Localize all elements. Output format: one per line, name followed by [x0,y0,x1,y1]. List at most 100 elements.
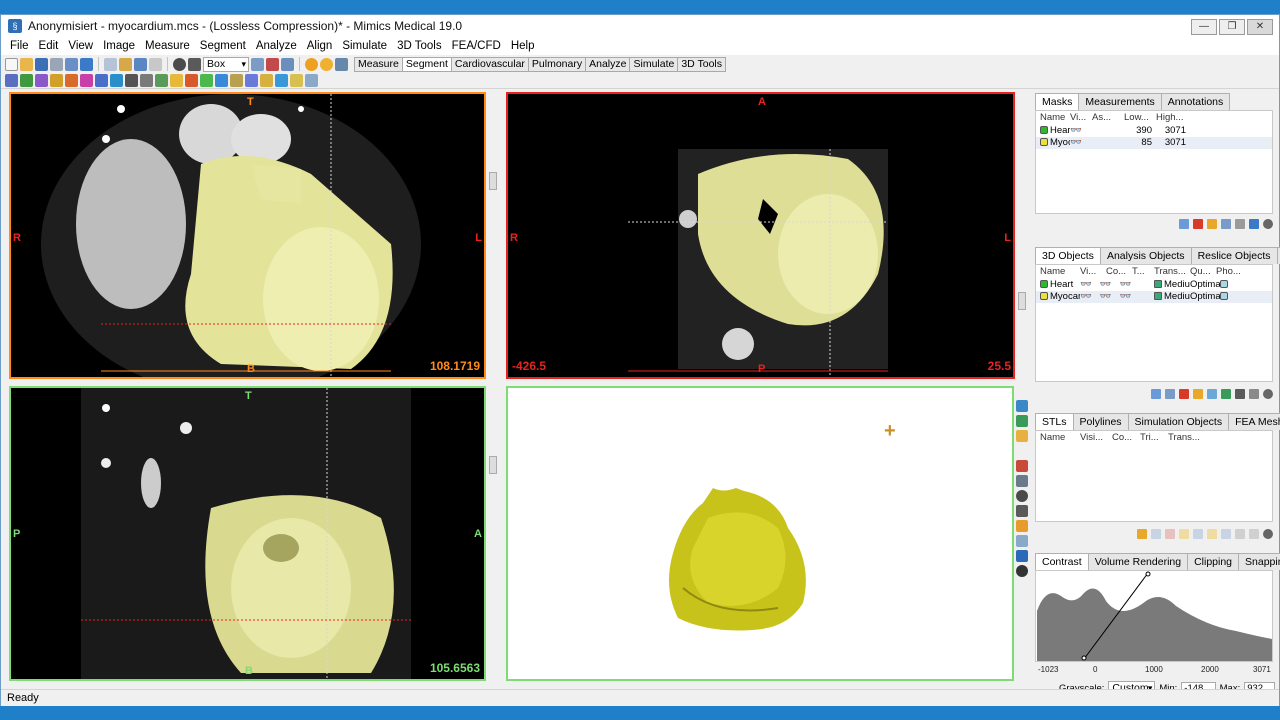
col-assoc[interactable]: As... [1092,111,1124,125]
menu-simulate[interactable]: Simulate [337,40,392,52]
glasses-icon[interactable]: 👓 [1070,137,1124,149]
morphology-icon[interactable] [110,74,123,87]
delete-object-icon[interactable] [1179,389,1189,399]
cut-icon[interactable] [80,57,93,71]
menu-edit[interactable]: Edit [34,40,64,52]
new-file-icon[interactable] [5,57,18,71]
col-trans[interactable]: Trans... [1154,265,1190,279]
zoom-window-icon[interactable] [266,57,279,71]
clipping-icon[interactable] [1016,460,1028,472]
coloring-icon[interactable] [260,74,273,87]
mask-properties-icon[interactable] [1221,219,1231,229]
viewport-3d[interactable]: + [506,386,1014,681]
col-visible[interactable]: Visi... [1080,431,1112,445]
tab-more[interactable]: Sc [1276,247,1280,264]
edit-mask-icon[interactable] [1235,219,1245,229]
redo-icon[interactable] [149,57,162,71]
menu-image[interactable]: Image [98,40,140,52]
glasses-icon[interactable]: 👓 [1070,125,1124,137]
tab-annotations[interactable]: Annotations [1160,93,1231,110]
zoom-icon[interactable] [251,57,264,71]
copy-object-icon[interactable] [1165,389,1175,399]
object-calc-icon[interactable] [1221,389,1231,399]
tab-simulate[interactable]: Simulate [629,56,679,72]
tab-measurements[interactable]: Measurements [1078,93,1162,110]
boolean-icon[interactable] [95,74,108,87]
object-properties-icon[interactable] [1207,389,1217,399]
mask-row-heart[interactable]: Heart 👓 390 3071 [1036,125,1272,137]
tab-3d-tools[interactable]: 3D Tools [677,56,727,72]
region-grow-icon[interactable] [35,74,48,87]
paste-icon[interactable] [119,57,132,71]
transparency-icon[interactable] [1016,550,1028,562]
close-button[interactable]: ✕ [1247,19,1273,35]
tab-cardiovascular[interactable]: Cardiovascular [450,56,529,72]
col-color[interactable]: Co... [1106,265,1132,279]
view-orientation-icon[interactable] [1016,430,1028,442]
delete-mask-icon[interactable] [1193,219,1203,229]
menu-view[interactable]: View [63,40,98,52]
col-triangles[interactable]: Tri... [1140,431,1168,445]
undo-object-icon[interactable] [1249,389,1259,399]
menu-analyze[interactable]: Analyze [251,40,302,52]
lighting-icon[interactable] [1016,475,1028,487]
move-object-icon[interactable] [1235,389,1245,399]
viewport-axial[interactable]: T R L B 108.1719 [9,92,486,379]
export-icon[interactable] [65,57,78,71]
col-quality[interactable]: Qu... [1190,265,1216,279]
tab-polylines[interactable]: Polylines [1072,413,1129,430]
tab-segment[interactable]: Segment [401,56,452,72]
crop-mask-icon[interactable] [185,74,198,87]
rotate-view-icon[interactable] [1016,490,1028,502]
duplicate-object-icon[interactable] [1193,389,1203,399]
duplicate-mask-icon[interactable] [1207,219,1217,229]
new-mask-icon[interactable] [1179,219,1189,229]
save-icon[interactable] [35,57,48,71]
edit-mask-icon[interactable] [125,74,138,87]
tab-clipping[interactable]: Clipping [1187,553,1240,570]
contrast-histogram[interactable] [1035,570,1273,662]
annotation-icon[interactable] [305,74,318,87]
col-low[interactable]: Low... [1124,111,1156,125]
bulb-icon[interactable] [320,57,333,71]
tab-masks[interactable]: Masks [1035,93,1080,110]
tab-measure[interactable]: Measure [354,56,403,72]
col-name[interactable]: Name [1040,265,1080,279]
measure-icon[interactable] [290,74,303,87]
mask-icon[interactable] [80,74,93,87]
col-high[interactable]: High... [1156,111,1188,125]
coronal-scrollbar[interactable] [1017,92,1027,379]
view-front-icon[interactable] [1016,400,1028,412]
minimize-button[interactable]: — [1191,19,1217,35]
print-icon[interactable] [50,57,63,71]
masks-menu-icon[interactable] [1263,219,1273,229]
calculate-3d-icon[interactable] [1249,219,1259,229]
layout-icon[interactable] [335,57,348,71]
surface-icon[interactable] [275,74,288,87]
split-mask-icon[interactable] [65,74,78,87]
mask-row-myocardium[interactable]: Myocz 👓 85 3071 [1036,137,1272,149]
dynamic-region-icon[interactable] [50,74,63,87]
phong-icon[interactable] [1220,292,1228,301]
col-t[interactable]: T... [1132,265,1154,279]
tab-analyze[interactable]: Analyze [585,56,631,72]
object-row-heart[interactable]: Heart 👓 👓 👓 Mediur Optima [1036,279,1272,291]
view-cube-icon[interactable] [1016,415,1028,427]
rotate-icon[interactable] [173,57,186,71]
wrap-icon[interactable] [215,74,228,87]
menu-fea-cfd[interactable]: FEA/CFD [447,40,506,52]
tab-3d-objects[interactable]: 3D Objects [1035,247,1101,264]
glasses-icon[interactable]: 👓 👓 👓 [1080,279,1154,291]
undo-icon[interactable] [134,57,147,71]
cavity-fill-icon[interactable] [245,74,258,87]
calculate-part-icon[interactable] [200,74,213,87]
menu-align[interactable]: Align [302,40,338,52]
tab-snapping[interactable]: Snapping [1238,553,1280,570]
menu-measure[interactable]: Measure [140,40,195,52]
open-folder-icon[interactable] [20,57,33,71]
tab-analysis-objects[interactable]: Analysis Objects [1099,247,1192,264]
fit-view-icon[interactable] [281,57,294,71]
load-stl-icon[interactable] [1137,529,1147,539]
phong-icon[interactable] [1220,280,1228,289]
tab-fea-mesh[interactable]: FEA Mesh [1228,413,1280,430]
